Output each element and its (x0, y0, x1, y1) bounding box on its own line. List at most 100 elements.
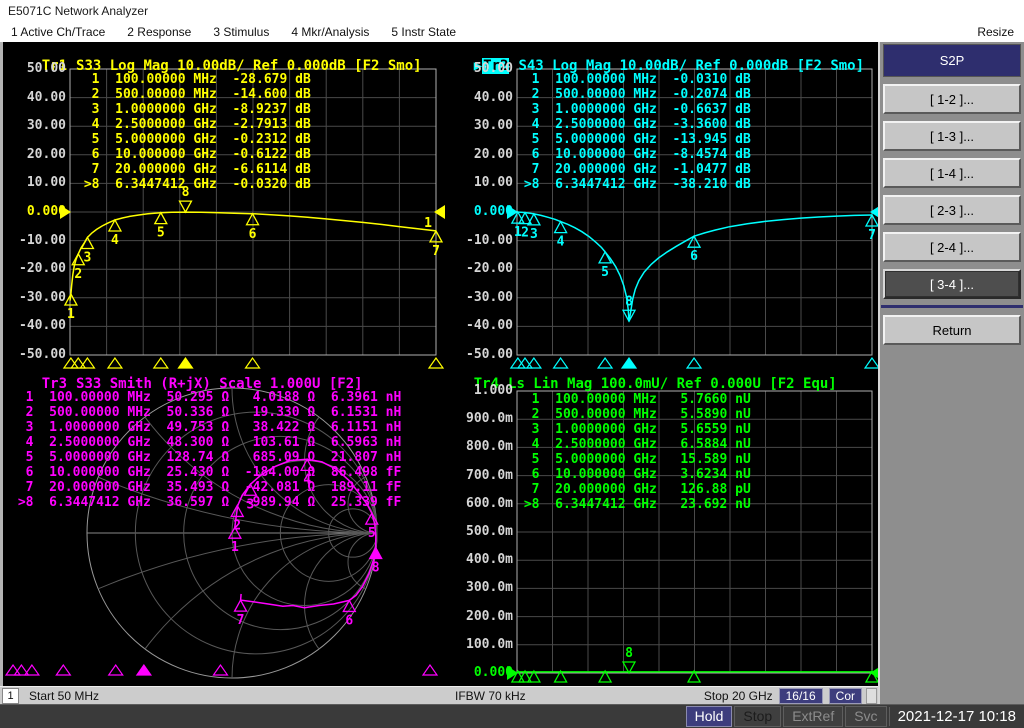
channel-status-bar: 1 Start 50 MHz IFBW 70 kHz Stop 20 GHz 1… (0, 686, 878, 704)
menu-item-4[interactable]: 4 Mkr/Analysis (280, 25, 380, 39)
tr3-stimulus-marker (137, 665, 151, 675)
tr3-stimulus-marker (423, 665, 437, 675)
sweep-stop-indicator: Stop (734, 706, 781, 727)
marker-number-label: 2 (74, 267, 82, 282)
window-title: E5071C Network Analyzer (8, 4, 148, 18)
marker-table-row: 6 10.000000 GHz 25.430 Ω -184.00 Ω 86.49… (10, 465, 401, 480)
marker-number-label: 6 (690, 249, 698, 264)
softkey-button-2-4[interactable]: [ 2-4 ]... (883, 232, 1021, 262)
marker-number-label: 8 (625, 646, 633, 661)
tr2-y-axis-tick: -10.00 (459, 233, 513, 248)
softkey-button-2-3[interactable]: [ 2-3 ]... (883, 195, 1021, 225)
extref-indicator: ExtRef (783, 706, 843, 727)
menu-item-2[interactable]: 2 Response (116, 25, 202, 39)
marker-table-row: 6 10.000000 GHz -0.6122 dB (76, 147, 311, 162)
menu-item-3[interactable]: 3 Stimulus (202, 25, 280, 39)
tr1-y-axis-tick: -10.00 (12, 233, 66, 248)
tr4-y-axis-tick: 400.0m (459, 552, 513, 567)
softkey-button-3-4[interactable]: [ 3-4 ]... (883, 269, 1021, 299)
marker-table-row: 2 500.00000 MHz 50.336 Ω 19.330 Ω 6.1531… (10, 405, 401, 420)
resize-button[interactable]: Resize (966, 25, 1024, 39)
tr1-y-axis-tick: -30.00 (12, 290, 66, 305)
trace1-marker-table: 1 100.00000 MHz -28.679 dB 2 500.00000 M… (76, 72, 311, 192)
marker-number-label: 6 (249, 227, 257, 242)
tr2-y-axis-tick: 40.00 (459, 90, 513, 105)
marker-table-row: 1 100.00000 MHz 50.295 Ω 4.0188 Ω 6.3961… (10, 390, 401, 405)
marker-number-label: 3 (84, 251, 92, 266)
tr1-marker-8-symbol (179, 201, 191, 212)
tr1-y-axis-tick: -50.00 (12, 347, 66, 362)
tr2-y-axis-tick: -50.00 (459, 347, 513, 362)
softkey-button-1-4[interactable]: [ 1-4 ]... (883, 158, 1021, 188)
datetime-readout: 2021-12-17 10:18 (889, 707, 1022, 726)
menu-items: 1 Active Ch/Trace2 Response3 Stimulus4 M… (0, 25, 467, 39)
tr3-marker-7-symbol (235, 600, 247, 611)
marker-table-row: 3 1.0000000 GHz -0.6637 dB (516, 102, 751, 117)
marker-number-label: 2 (521, 226, 529, 241)
trace3-marker-table: 1 100.00000 MHz 50.295 Ω 4.0188 Ω 6.3961… (10, 390, 401, 510)
tr4-y-axis-tick: 600.0m (459, 496, 513, 511)
marker-table-row: 4 2.5000000 GHz -3.3600 dB (516, 117, 751, 132)
correction-badge: Cor (829, 688, 862, 704)
marker-number-label: 5 (601, 265, 609, 280)
tr2-y-axis-tick: -30.00 (459, 290, 513, 305)
tr3-stimulus-marker (213, 665, 227, 675)
marker-table-row: 3 1.0000000 GHz -8.9237 dB (76, 102, 311, 117)
marker-number-label: 5 (368, 526, 376, 541)
marker-table-row: >8 6.3447412 GHz 23.692 nU (516, 497, 751, 512)
softkey-button-1-3[interactable]: [ 1-3 ]... (883, 121, 1021, 151)
marker-table-row: >8 6.3447412 GHz -0.0320 dB (76, 177, 311, 192)
tr2-y-axis-tick: -40.00 (459, 318, 513, 333)
instrument-screen: 12345678112345678812345678 Tr1S33 Log Ma… (0, 42, 878, 686)
tr2-y-axis-tick: 0.000 (459, 204, 513, 219)
marker-table-row: 1 100.00000 MHz -28.679 dB (76, 72, 311, 87)
tr2-y-axis-tick: -20.00 (459, 261, 513, 276)
softkey-buttons: [ 1-2 ]... [ 1-3 ]... [ 1-4 ]... [ 2-3 ]...… (880, 84, 1024, 299)
marker-table-row: 5 5.0000000 GHz -0.2312 dB (76, 132, 311, 147)
marker-number-label: 8 (625, 294, 633, 309)
marker-number-label: 1 (67, 307, 75, 322)
softkey-separator (881, 305, 1023, 308)
trigger-hold-indicator: Hold (686, 706, 733, 727)
softkey-menu-title: S2P (883, 44, 1021, 77)
tr2-y-axis-tick: 20.00 (459, 147, 513, 162)
tr1-y-axis-tick: 30.00 (12, 118, 66, 133)
marker-table-row: 2 500.00000 MHz -0.2074 dB (516, 87, 751, 102)
tr1-y-axis-tick: 20.00 (12, 147, 66, 162)
marker-table-row: 2 500.00000 MHz -14.600 dB (76, 87, 311, 102)
menu-item-5[interactable]: 5 Instr State (380, 25, 467, 39)
service-indicator: Svc (845, 706, 886, 727)
marker-table-row: >8 6.3447412 GHz 36.597 Ω -989.94 Ω 25.3… (10, 495, 401, 510)
menu-bar: 1 Active Ch/Trace2 Response3 Stimulus4 M… (0, 22, 1024, 42)
marker-table-row: 5 5.0000000 GHz 15.589 nU (516, 452, 751, 467)
sweep-points-badge: 16/16 (779, 688, 823, 704)
tr4-y-axis-tick: 300.0m (459, 580, 513, 595)
marker-table-row: 4 2.5000000 GHz -2.7913 dB (76, 117, 311, 132)
tr3-marker-8-symbol (370, 548, 382, 559)
softkey-sidebar: S2P [ 1-2 ]... [ 1-3 ]... [ 1-4 ]... [ 2-3 … (878, 42, 1024, 704)
system-status-bar: Hold Stop ExtRef Svc 2021-12-17 10:18 (0, 704, 1024, 728)
stop-frequency: Stop 20 GHz (704, 689, 773, 703)
marker-number-label: 6 (345, 613, 353, 628)
tr4-y-axis-tick: 800.0m (459, 439, 513, 454)
tr2-y-axis-tick: 30.00 (459, 118, 513, 133)
tr4-y-axis-tick: 700.0m (459, 468, 513, 483)
tr4-y-axis-tick: 1.000 (459, 383, 513, 398)
marker-number-label: 4 (111, 233, 119, 248)
tr1-y-axis-tick: -40.00 (12, 318, 66, 333)
trace4-params: Ls Lin Mag 100.0mU/ Ref 0.000U [F2 Equ] (508, 376, 837, 392)
return-button[interactable]: Return (883, 315, 1021, 345)
marker-table-row: 7 20.000000 GHz -1.0477 dB (516, 162, 751, 177)
marker-table-row: 7 20.000000 GHz -6.6114 dB (76, 162, 311, 177)
softkey-button-1-2[interactable]: [ 1-2 ]... (883, 84, 1021, 114)
tr1-y-axis-tick: 40.00 (12, 90, 66, 105)
tr2-y-axis-tick: 50.00 (459, 61, 513, 76)
tr4-y-axis-tick: 900.0m (459, 411, 513, 426)
menu-item-1[interactable]: 1 Active Ch/Trace (0, 25, 116, 39)
marker-table-row: >8 6.3447412 GHz -38.210 dB (516, 177, 751, 192)
marker-number-label: 2 (233, 518, 241, 533)
marker-number-label: 3 (530, 227, 538, 242)
marker-number-label: 1 (424, 216, 432, 231)
marker-number-label: 7 (237, 613, 245, 628)
marker-number-label: 1 (231, 540, 239, 555)
